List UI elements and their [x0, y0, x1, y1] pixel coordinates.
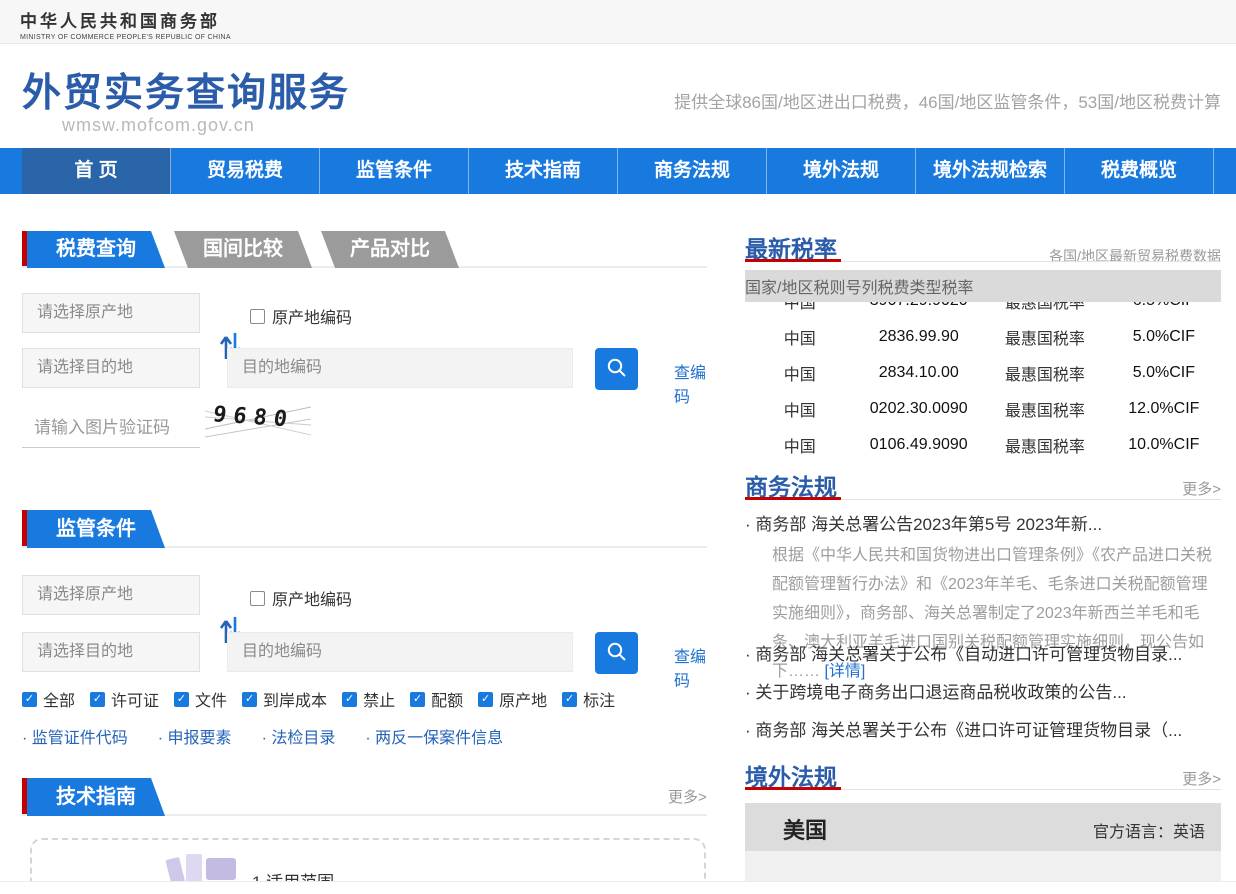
main-nav: 首 页 贸易税费 监管条件 技术指南 商务法规 境外法规 境外法规检索 税费概览 [0, 148, 1236, 194]
tab-product-compare[interactable]: 产品对比 [321, 231, 459, 268]
checkbox-checked-icon: ✓ [478, 692, 493, 707]
filter-checkbox[interactable]: ✓ 文件 [174, 687, 227, 711]
filter-checkbox[interactable]: ✓ 到岸成本 [242, 687, 327, 711]
filter-checkbox[interactable]: ✓ 配额 [410, 687, 463, 711]
tab-tax-query[interactable]: 税费查询 [27, 231, 165, 268]
search-icon [606, 357, 628, 379]
page: 中华人民共和国商务部 MINISTRY OF COMMERCE PEOPLE'S… [0, 0, 1236, 894]
search-icon [606, 641, 628, 663]
supervision-search-button[interactable] [595, 632, 638, 674]
commerce-law-item[interactable]: · 商务部 海关总署关于公布《进口许可证管理货物目录（... [745, 716, 1221, 741]
bottom-strip [0, 881, 1236, 894]
ministry-name-cn: 中华人民共和国商务部 [20, 7, 231, 32]
nav-item[interactable]: 境外法规 [767, 148, 916, 194]
tech-guide-accent-bar [22, 778, 27, 816]
filter-checkbox[interactable]: ✓ 标注 [562, 687, 615, 711]
tax-query-tabs: 税费查询 国间比较 产品对比 [27, 231, 459, 268]
rates-table-rows: 中国 3907.29.9020 最惠国税率 6.5%CIF 中国 2836.99… [745, 302, 1221, 460]
nav-items: 首 页 贸易税费 监管条件 技术指南 商务法规 境外法规 境外法规检索 税费概览 [0, 148, 1236, 194]
destination-code-input[interactable] [227, 348, 573, 388]
nav-item[interactable]: 贸易税费 [171, 148, 320, 194]
rate-row: 中国 0202.30.0090 最惠国税率 12.0%CIF [745, 391, 1221, 427]
commerce-laws-more-link[interactable]: 更多> [1182, 478, 1221, 499]
supervision-filters: ✓ 全部 ✓ 许可证 ✓ 文件 ✓ 到岸成本 ✓ 禁止 [22, 687, 615, 711]
ministry-logo: 中华人民共和国商务部 MINISTRY OF COMMERCE PEOPLE'S… [20, 7, 231, 41]
commerce-law-item[interactable]: · 商务部 海关总署关于公布《自动进口许可管理货物目录... [745, 640, 1221, 665]
foreign-laws-country-card[interactable]: 美国 官方语言：英语 [745, 803, 1221, 851]
rates-column-header: 税费类型 [877, 274, 941, 298]
country-language: 官方语言：英语 [1093, 818, 1205, 842]
checkbox-checked-icon: ✓ [342, 692, 357, 707]
origin-code-checkbox[interactable]: 原产地编码 [250, 304, 352, 328]
quick-link[interactable]: · 两反一保案件信息 [365, 724, 503, 748]
code-lookup-link[interactable]: 查编码 [674, 359, 707, 407]
site-domain: wmsw.mofcom.gov.cn [62, 115, 255, 136]
supervision-destination-select[interactable]: 请选择目的地 [22, 632, 200, 672]
nav-item[interactable]: 技术指南 [469, 148, 618, 194]
supervision-origin-select[interactable]: 请选择原产地 [22, 575, 200, 615]
latest-rates-rule [745, 261, 1221, 262]
site-tagline: 提供全球86国/地区进出口税费，46国/地区监管条件，53国/地区税费计算 [674, 88, 1221, 113]
filter-checkbox[interactable]: ✓ 禁止 [342, 687, 395, 711]
rates-table-header: 国家/地区 税则号列 税费类型 税率 [745, 270, 1221, 302]
foreign-laws-rule [745, 789, 1221, 790]
rate-row: 中国 2836.99.90 最惠国税率 5.0%CIF [745, 319, 1221, 355]
supervision-form: 请选择原产地 原产地编码 请选择目的地 查编码 [22, 575, 707, 675]
supervision-quick-links: · 监管证件代码 · 申报要素 · 法检目录 · 两反一保案件信息 [22, 724, 503, 748]
checkbox-checked-icon: ✓ [22, 692, 37, 707]
quick-link[interactable]: · 监管证件代码 [22, 724, 128, 748]
checkbox-checked-icon: ✓ [410, 692, 425, 707]
rate-row: 中国 3907.29.9020 最惠国税率 6.5%CIF [745, 302, 1221, 319]
checkbox-unchecked-icon [250, 309, 265, 324]
nav-item[interactable]: 境外法规检索 [916, 148, 1065, 194]
checkbox-unchecked-icon [250, 591, 265, 606]
foreign-laws-more-link[interactable]: 更多> [1182, 768, 1221, 789]
quick-link[interactable]: · 申报要素 [158, 724, 232, 748]
destination-select[interactable]: 请选择目的地 [22, 348, 200, 388]
search-button[interactable] [595, 348, 638, 390]
checkbox-checked-icon: ✓ [90, 692, 105, 707]
rates-table-viewport: 中国 3907.29.9020 最惠国税率 6.5%CIF 中国 2836.99… [745, 302, 1221, 460]
checkbox-checked-icon: ✓ [242, 692, 257, 707]
ministry-name-en: MINISTRY OF COMMERCE PEOPLE'S REPUBLIC O… [20, 34, 231, 41]
rate-row: 中国 0106.49.9090 最惠国税率 10.0%CIF [745, 427, 1221, 460]
commerce-laws-rule [745, 499, 1221, 500]
rates-column-header: 税则号列 [813, 274, 877, 298]
rates-column-header: 税率 [941, 274, 973, 298]
supervision-origin-code-checkbox[interactable]: 原产地编码 [250, 586, 352, 610]
nav-item[interactable]: 税费概览 [1065, 148, 1214, 194]
tax-query-form: 请选择原产地 原产地编码 请选择目的地 查编码 9680 [22, 293, 707, 463]
nav-item[interactable]: 首 页 [22, 148, 171, 194]
latest-rates-subtitle: 各国/地区最新贸易税费数据 [1049, 246, 1221, 266]
nav-item[interactable]: 监管条件 [320, 148, 469, 194]
supervision-section-title: 监管条件 [27, 510, 165, 548]
tech-guide-section-title: 技术指南 [27, 778, 165, 816]
filter-checkbox[interactable]: ✓ 许可证 [90, 687, 159, 711]
filter-checkbox[interactable]: ✓ 全部 [22, 687, 75, 711]
rate-row: 中国 2834.10.00 最惠国税率 5.0%CIF [745, 355, 1221, 391]
country-name: 美国 [783, 813, 827, 845]
checkbox-checked-icon: ✓ [174, 692, 189, 707]
checkbox-checked-icon: ✓ [562, 692, 577, 707]
captcha-image[interactable]: 9680 [205, 399, 311, 443]
tab-country-compare[interactable]: 国间比较 [174, 231, 312, 268]
commerce-law-featured-title[interactable]: · 商务部 海关总署公告2023年第5号 2023年新... [745, 510, 1221, 535]
tech-guide-more-link[interactable]: 更多> [668, 786, 707, 807]
filter-checkbox[interactable]: ✓ 原产地 [478, 687, 547, 711]
site-title: 外贸实务查询服务 [22, 62, 350, 118]
nav-item[interactable]: 商务法规 [618, 148, 767, 194]
ministry-topbar: 中华人民共和国商务部 MINISTRY OF COMMERCE PEOPLE'S… [0, 0, 1236, 44]
origin-select[interactable]: 请选择原产地 [22, 293, 200, 333]
rates-column-header: 国家/地区 [745, 274, 813, 298]
supervision-accent-bar [22, 510, 27, 548]
supervision-code-lookup-link[interactable]: 查编码 [674, 643, 707, 691]
quick-link[interactable]: · 法检目录 [262, 724, 336, 748]
commerce-law-item[interactable]: · 关于跨境电子商务出口退运商品税收政策的公告... [745, 678, 1221, 703]
supervision-destination-code-input[interactable] [227, 632, 573, 672]
foreign-laws-country-body [745, 851, 1221, 881]
captcha-input[interactable] [22, 408, 200, 448]
